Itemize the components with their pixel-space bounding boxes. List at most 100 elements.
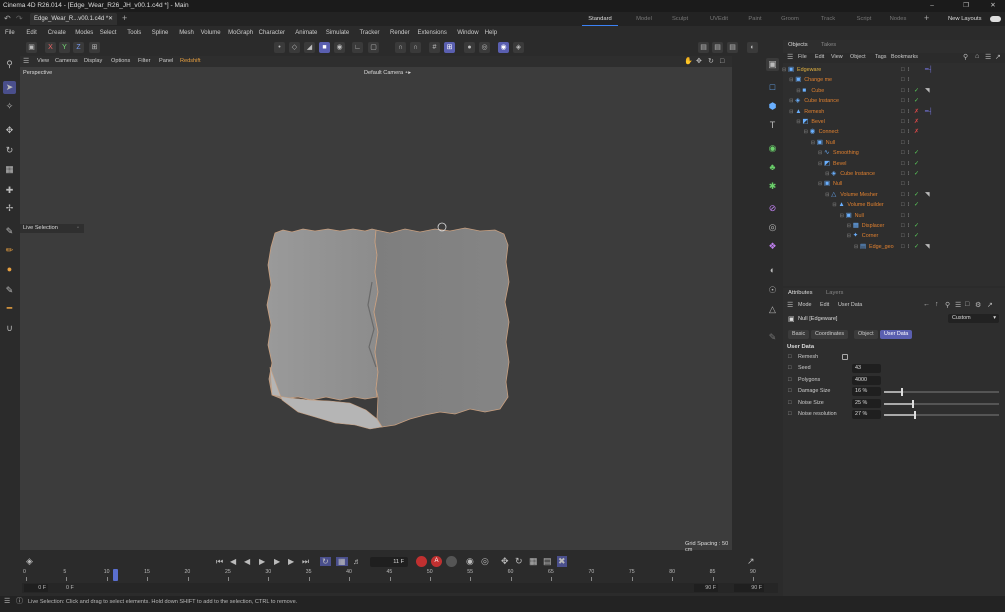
enable-flag-icon[interactable]: ✓ [914,200,919,211]
range-start-a[interactable]: 0 F [24,584,48,592]
menu-edit[interactable]: Edit [26,26,36,40]
enable-flag-icon[interactable]: ✓ [914,86,919,97]
objects-menu-object[interactable]: Object [850,54,866,60]
autokey-icon[interactable]: A [431,556,442,567]
range-end-a[interactable]: 90 F [694,584,718,592]
layer-icon[interactable]: □ [901,65,905,76]
workplane-icon[interactable]: ⊞ [444,42,455,53]
parameter-animate-icon[interactable]: □ [788,363,792,374]
objects-menu-file[interactable]: File [798,54,807,60]
points-mode-icon[interactable]: • [274,42,285,53]
polygons-mode-icon[interactable]: ◢ [304,42,315,53]
key-position-icon[interactable]: ◉ [466,556,474,567]
slider-knob[interactable] [914,411,917,419]
layer-icon[interactable]: □ [901,117,905,128]
enable-flag-icon[interactable]: ✓ [914,148,919,159]
viewport-menu-cameras[interactable]: Cameras [55,56,78,67]
redo-icon[interactable]: ↷ [16,14,23,23]
viewport-3d[interactable]: Perspective Default Camera ∘▸ Live Selec… [20,67,732,553]
current-frame-field[interactable]: 11 F [370,557,408,567]
value-field[interactable]: 25 % [852,398,881,408]
viewport-menu-redshift[interactable]: Redshift [180,56,201,67]
visibility-dots-icon[interactable]: ⁞ [908,221,910,232]
viewport-menu-view[interactable]: View [37,56,49,67]
layout-tab-nodes[interactable]: Nodes [880,12,916,26]
up-arrow-icon[interactable]: ↑ [935,301,939,308]
fps-icon[interactable]: ▦ [336,557,348,566]
objects-menu-tags[interactable]: Tags [875,54,886,60]
expand-toggle-icon[interactable]: ⊟ [804,127,808,138]
layout-tab-groom[interactable]: Groom [772,12,808,26]
remesh-checkbox[interactable] [842,354,848,360]
list-item[interactable]: ⊟ ◉ Connect □ ⁞ ✗ [783,127,1005,138]
subtab-object[interactable]: Object [854,330,878,339]
range-start-b[interactable]: 0 F [66,584,88,592]
solo-icon[interactable]: ▢ [368,42,379,53]
render-picture-viewer-icon[interactable]: ▤ [712,42,723,53]
generator-icon[interactable]: ◉ [766,142,779,155]
menu-mesh[interactable]: Mesh [179,26,194,40]
visibility-dots-icon[interactable]: ⁞ [908,242,910,253]
cube-primitive-icon[interactable]: □ [766,81,779,94]
next-frame-icon[interactable]: ▶ [274,557,280,566]
visibility-dots-icon[interactable]: ⁞ [908,148,910,159]
range-end-b[interactable]: 90 F [734,584,764,592]
record-icon[interactable] [416,556,427,567]
rig-tag-icon[interactable]: ━┤ [925,65,933,76]
layer-icon[interactable]: □ [901,200,905,211]
minimize-icon[interactable]: – [920,0,944,12]
layout-tab-script[interactable]: Script [846,12,882,26]
material-tag-icon[interactable]: ◥ [925,190,930,201]
attributes-settings-icon[interactable]: ⚙ [975,301,981,309]
key-pla-icon[interactable]: ✖ [557,556,567,567]
menu-render[interactable]: Render [390,26,410,40]
layout-tab-track[interactable]: Track [810,12,846,26]
attributes-search-icon[interactable]: ⚲ [945,301,950,309]
expand-toggle-icon[interactable]: ⊟ [825,169,829,180]
camera-icon[interactable]: ◎ [766,221,779,234]
key-move-icon[interactable]: ✥ [501,556,509,567]
parameter-animate-icon[interactable]: □ [788,386,792,397]
list-item[interactable]: ⊟ ■ Cube □ ⁞ ✓ ◥ [783,86,1005,97]
objects-filter-icon[interactable]: ☰ [985,53,991,61]
attributes-new-window-icon[interactable]: ↗ [987,301,993,309]
cube-solid-icon[interactable]: ⬢ [766,100,779,113]
menu-window[interactable]: Window [457,26,478,40]
attributes-menu-user-data[interactable]: User Data [838,302,862,308]
snap-icon[interactable]: ∩ [395,42,406,53]
list-item[interactable]: ⊟ ▤ Edge_geo □ ⁞ ✓ ◥ [783,242,1005,253]
value-slider[interactable] [884,411,999,419]
value-slider[interactable] [884,388,999,397]
viewport-settings-icon[interactable]: ◐ [747,42,758,53]
keyframe-selection-icon[interactable] [446,556,457,567]
parameter-animate-icon[interactable]: □ [788,398,792,409]
line-tool-icon[interactable]: ━ [3,302,16,315]
visibility-dots-icon[interactable]: ⁞ [908,107,910,118]
viewport-menu-options[interactable]: Options [111,56,130,67]
axis-z-button[interactable]: Z [73,42,84,53]
text-icon[interactable]: T [766,119,779,132]
layer-icon[interactable]: □ [901,148,905,159]
goto-end-icon[interactable]: ⏭ [302,557,309,567]
menu-volume[interactable]: Volume [201,26,221,40]
expand-toggle-icon[interactable]: ⊟ [818,179,822,190]
key-scale-icon[interactable]: ▦ [529,556,538,567]
objects-menu-edit[interactable]: Edit [815,54,824,60]
key-rotate-icon[interactable]: ↻ [515,556,523,567]
visibility-dots-icon[interactable]: ⁞ [908,231,910,242]
axis-x-button[interactable]: X [45,42,56,53]
viewport-solo-icon[interactable]: ◎ [479,42,490,53]
selection-options-icon[interactable]: ✧ [3,100,16,113]
visibility-dots-icon[interactable]: ⁞ [908,117,910,128]
light-icon[interactable]: ☉ [766,284,779,297]
objects-menu-view[interactable]: View [831,54,843,60]
menu-create[interactable]: Create [48,26,66,40]
texture-mode-icon[interactable]: ◉ [334,42,345,53]
edges-mode-icon[interactable]: ◇ [289,42,300,53]
key-rotation-icon[interactable]: ◎ [481,556,489,567]
back-arrow-icon[interactable]: ← [923,301,930,308]
viewport-hamburger-icon[interactable]: ☰ [23,56,29,67]
list-item[interactable]: ⊟ ▲ Volume Builder □ ⁞ ✓ [783,200,1005,211]
visibility-dots-icon[interactable]: ⁞ [908,65,910,76]
enable-flag-icon[interactable]: ✓ [914,96,919,107]
